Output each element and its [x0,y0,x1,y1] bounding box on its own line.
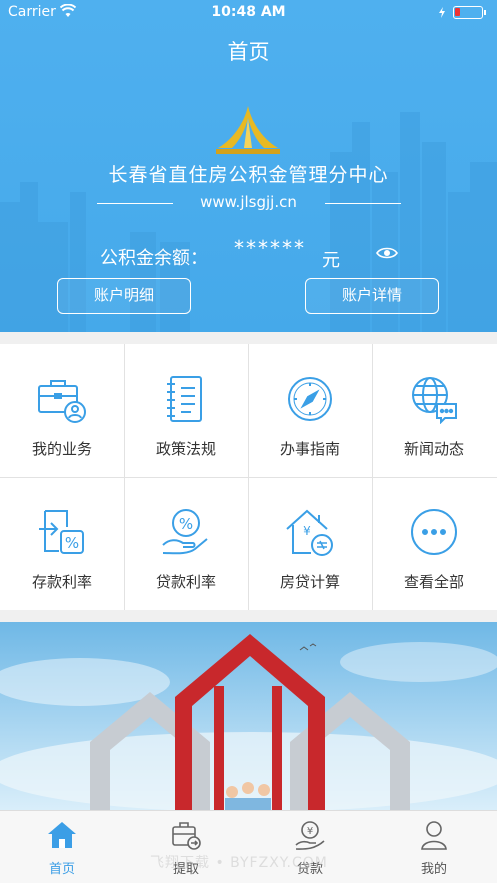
org-name: 长春省直住房公积金管理分中心 [108,164,389,186]
grid-label: 政策法规 [155,440,216,458]
tab-mine[interactable]: 我的 [372,811,496,883]
balance-value: ****** [234,236,306,260]
tab-loan[interactable]: ¥ 贷款 [248,811,372,883]
compass-icon [288,377,332,421]
website: www.jlsgjj.cn [200,193,297,211]
balance-unit: 元 [322,250,340,271]
svg-text:¥: ¥ [307,826,313,837]
grid-item-news[interactable]: 新闻动态 [372,344,496,477]
tab-withdraw[interactable]: 提取 [124,811,248,883]
account-info-button[interactable]: 账户详情 [305,278,439,314]
tab-label: 我的 [420,862,447,877]
eye-icon[interactable] [376,246,398,260]
grid-label: 办事指南 [279,440,340,458]
balance-label: 公积金余额： [100,248,208,269]
grid-label: 存款利率 [31,573,92,591]
more-icon [411,509,457,555]
grid-item-policy[interactable]: 政策法规 [124,344,248,477]
logo [216,106,280,154]
grid-item-view-all[interactable]: 查看全部 [372,477,496,610]
grid-item-guide[interactable]: 办事指南 [248,344,372,477]
divider-right [325,203,401,204]
grid-item-loan-rate[interactable]: % 贷款利率 [124,477,248,610]
briefcase-user-icon [38,380,86,423]
globe-chat-icon [412,377,457,424]
status-bar: Carrier 10:48 AM [0,0,497,26]
tab-bar: 首页 提取 ¥ 贷款 我的 [0,810,497,883]
grid-label: 我的业务 [31,440,92,458]
tab-home[interactable]: 首页 [0,811,124,883]
tab-label: 首页 [48,862,75,877]
grid-label: 新闻动态 [403,440,464,458]
promo-banner[interactable] [0,622,497,810]
page-title: 首页 [227,40,270,64]
banner-image [0,622,497,810]
user-icon [421,821,447,850]
grid-divider [0,477,497,478]
loan-icon: ¥ [295,821,325,850]
deposit-rate-icon: % [39,510,84,554]
home-icon [48,822,76,848]
svg-text:%: % [179,515,193,533]
clock: 10:48 AM [211,4,286,20]
svg-text:¥: ¥ [303,524,311,538]
withdraw-icon [172,822,201,850]
header: Carrier 10:48 AM 首页 长春省直住房公积金管理分中心 www.j… [0,0,497,332]
grid-item-my-business[interactable]: 我的业务 [0,344,124,477]
watermark: 飞翔下载 • BYFZXY.COM [150,855,328,871]
charging-icon [439,7,445,18]
grid-item-deposit-rate[interactable]: % 存款利率 [0,477,124,610]
battery-icon [453,6,486,19]
grid-item-mortgage-calc[interactable]: ¥ 房贷计算 [248,477,372,610]
grid-label: 贷款利率 [155,573,216,591]
grid-label: 查看全部 [403,573,464,591]
grid-label: 房贷计算 [279,573,340,591]
notebook-icon [167,376,202,422]
account-detail-button[interactable]: 账户明细 [57,278,191,314]
svg-text:%: % [65,534,79,552]
house-calculator-icon: ¥ [286,509,333,556]
loan-rate-icon: % [162,509,208,555]
feature-grid: 我的业务 政策法规 办事指南 新闻动态 % 存款利率 % 贷款利率 ¥ 房贷计算… [0,344,497,610]
